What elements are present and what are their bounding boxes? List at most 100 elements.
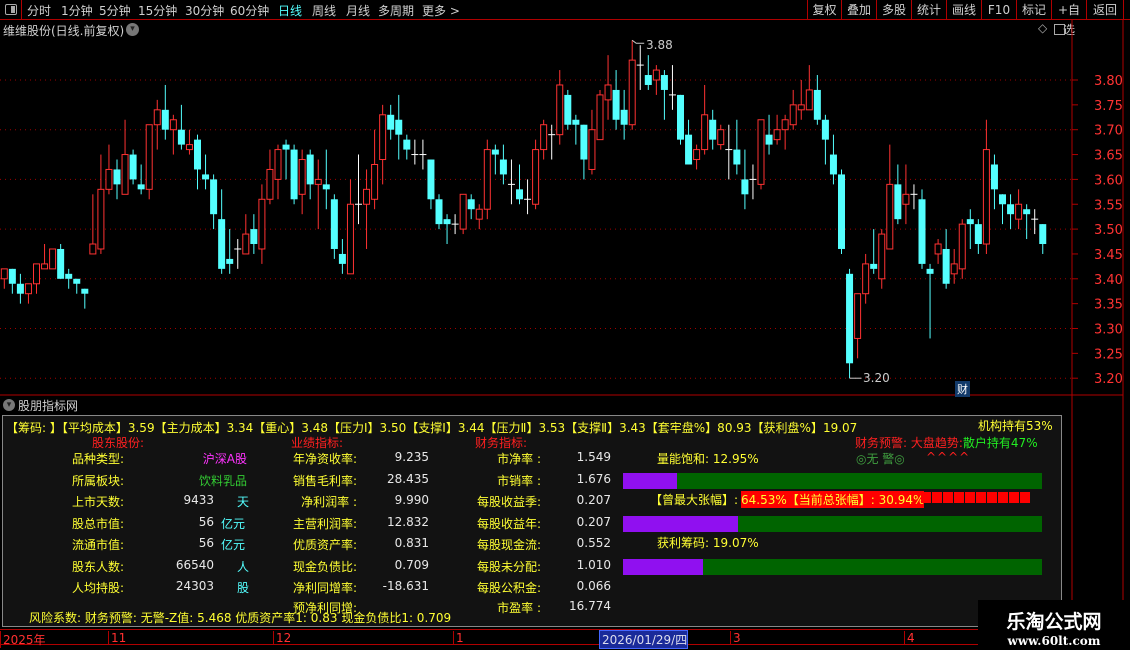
finance-label: 每股公积金: — [476, 581, 541, 595]
candle-body-down — [765, 134, 773, 145]
shareholder-value: 9433 — [183, 493, 214, 507]
date-label: 1 — [453, 631, 464, 645]
shareholder-value: 56 — [198, 536, 214, 550]
shareholder-label: 股东人数: — [71, 559, 124, 574]
rise-square — [943, 492, 953, 503]
candle-body-down — [435, 199, 443, 225]
chevron-down-icon[interactable]: ▾ — [3, 399, 15, 411]
performance-value: 9.990 — [394, 493, 429, 507]
candle-body-up — [49, 248, 57, 270]
finance-value: 1.676 — [576, 471, 611, 486]
profit-chips: 获利筹码: 19.07% — [657, 536, 759, 550]
rise-square — [965, 492, 975, 503]
shareholder-value: 24303 — [175, 579, 214, 593]
candle-body-down — [250, 229, 258, 245]
rise-square — [921, 492, 931, 503]
candle-body-down — [16, 283, 24, 294]
candle-body-up — [902, 193, 910, 205]
finance-value: 0.552 — [576, 536, 611, 550]
candle-body-up — [298, 159, 306, 195]
candle-body-up — [862, 263, 870, 295]
indicator-title: 股朋指标网 — [18, 399, 79, 413]
institution-holding: 机构持有53% — [978, 419, 1053, 433]
candle-body-down — [8, 268, 16, 284]
candle-body-up — [371, 163, 379, 200]
candle-body-down — [1007, 204, 1015, 215]
section-shareholder: 股东股份: — [92, 436, 145, 450]
candle-body-up — [153, 109, 161, 126]
candle-body-up — [757, 119, 765, 185]
candle-body-up — [532, 149, 540, 205]
candle-body-up — [483, 149, 491, 210]
candle-body-down — [580, 124, 588, 160]
date-axis: 2025年 11 12 1 2026/01/29/四 3 4 — [0, 629, 978, 649]
candle-body-up — [604, 84, 612, 101]
max-rise-value: 64.53%【当前总张幅】: 30.94% — [741, 491, 925, 508]
price-axis-label: 3.40 — [1094, 273, 1123, 288]
date-label: 2025年 — [0, 631, 46, 648]
candle-body-down — [73, 278, 81, 284]
finance-warning-value: ◎无 警◎ — [856, 452, 905, 466]
candle-body-down — [1023, 209, 1031, 215]
price-axis-label: 3.30 — [1094, 323, 1123, 338]
candle-body-up — [652, 69, 660, 81]
candle-body-down — [161, 109, 169, 130]
shareholder-value: 沪深A股 — [202, 452, 247, 466]
candle-body-down — [427, 159, 435, 200]
candle-body-down — [129, 154, 137, 180]
candle-body-down — [918, 199, 926, 264]
candle-body-down — [499, 159, 507, 175]
candle-body-down — [218, 219, 226, 269]
volume-bar — [623, 473, 1042, 489]
finance-label: 市销率 : — [497, 473, 541, 488]
candle-body-down — [81, 288, 89, 294]
candle-body-up — [958, 223, 966, 270]
finance-value: 16.774 — [569, 598, 611, 613]
shareholder-label: 人均持股: — [71, 581, 124, 595]
candle-body-up — [950, 263, 958, 275]
candle-body-up — [556, 84, 564, 136]
rise-square — [987, 492, 997, 503]
candle-body-up — [41, 263, 49, 270]
candle-body-down — [926, 268, 934, 274]
candle-body-up — [693, 149, 701, 161]
candle-body-down — [210, 179, 218, 215]
date-label: 3 — [730, 631, 741, 645]
rise-square — [954, 492, 964, 503]
risk-line: 风险系数: 财务预警: 无警-Z值: 5.468 优质资产率1: 0.83 现金… — [29, 611, 452, 625]
finance-label: 每股现金流: — [476, 538, 541, 552]
shareholder-label: 所属板块: — [71, 473, 124, 488]
shareholder-unit: 股 — [237, 581, 250, 595]
candle-body-up — [314, 178, 322, 185]
candle-body-up — [346, 203, 354, 275]
high-marker-arrow — [631, 39, 645, 44]
performance-value: -18.631 — [382, 579, 429, 593]
candle-body-down — [838, 174, 845, 249]
section-performance: 业绩指标: — [291, 436, 344, 450]
candle-body-up — [24, 283, 32, 295]
shareholder-value: 56 — [198, 514, 214, 529]
performance-value: 28.435 — [387, 471, 429, 486]
candle-body-down — [894, 184, 902, 220]
candle-body-down — [282, 144, 290, 150]
finance-badge[interactable]: 财 — [955, 381, 970, 397]
shareholder-label: 股总市值: — [71, 516, 124, 531]
candle-body-down — [177, 129, 185, 145]
candle-body-up — [89, 243, 97, 255]
cursor-date-label: 2026/01/29/四 — [599, 630, 689, 649]
candle-body-down — [999, 194, 1006, 205]
candle-body-up — [805, 89, 813, 111]
shareholder-label: 上市天数: — [71, 495, 124, 509]
candle-body-down — [403, 139, 411, 150]
shareholder-unit: 天 — [237, 495, 250, 509]
watermark: 乐淘公式网 www.60lt.com — [978, 600, 1130, 650]
shareholder-value: 66540 — [175, 557, 214, 572]
candle-body-down — [226, 258, 234, 264]
candle-body-down — [202, 174, 210, 180]
finance-value: 0.207 — [576, 514, 611, 529]
date-label: 4 — [904, 631, 915, 645]
shareholder-label: 品种类型: — [71, 452, 124, 466]
candle-body-up — [33, 263, 40, 285]
market-trend-value: ^^^^ — [926, 450, 971, 464]
candle-body-down — [322, 184, 330, 190]
